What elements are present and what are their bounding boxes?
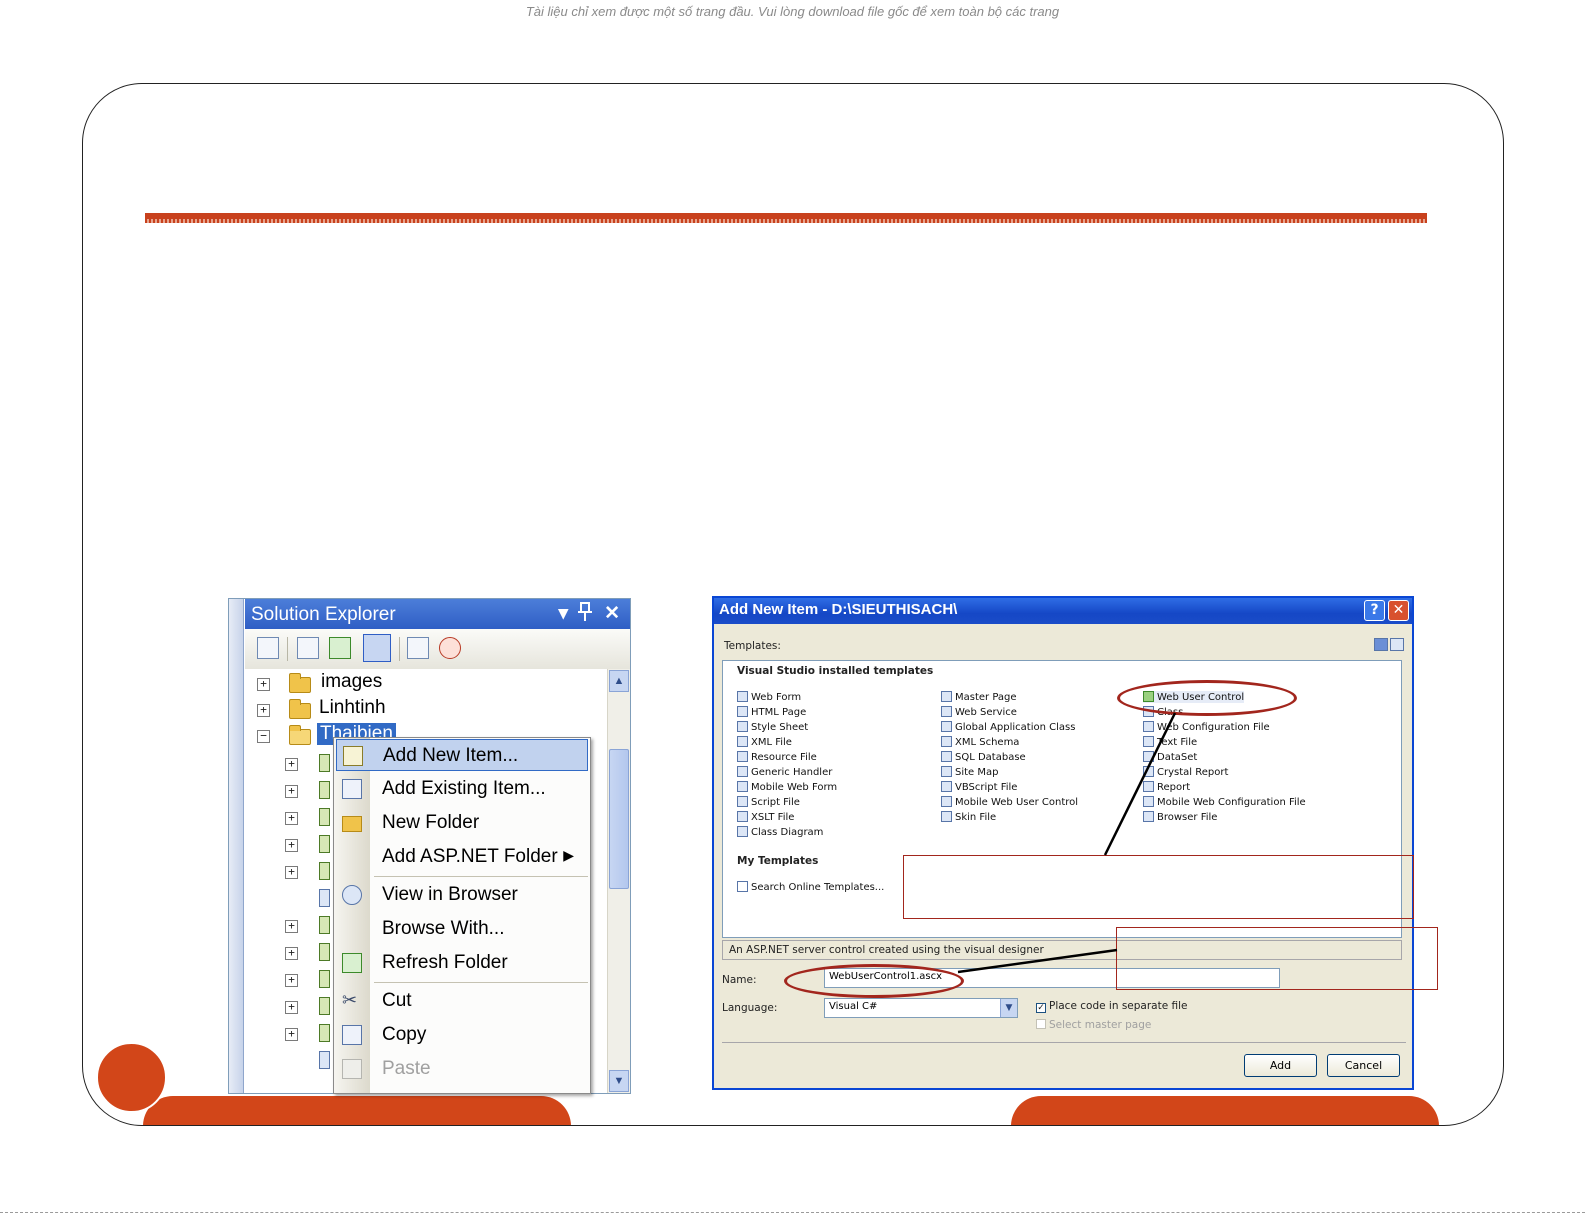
annotation-pointer-lines [957,712,1177,974]
pointer-line-name [957,948,1118,974]
pointer-line-template [1103,712,1177,856]
